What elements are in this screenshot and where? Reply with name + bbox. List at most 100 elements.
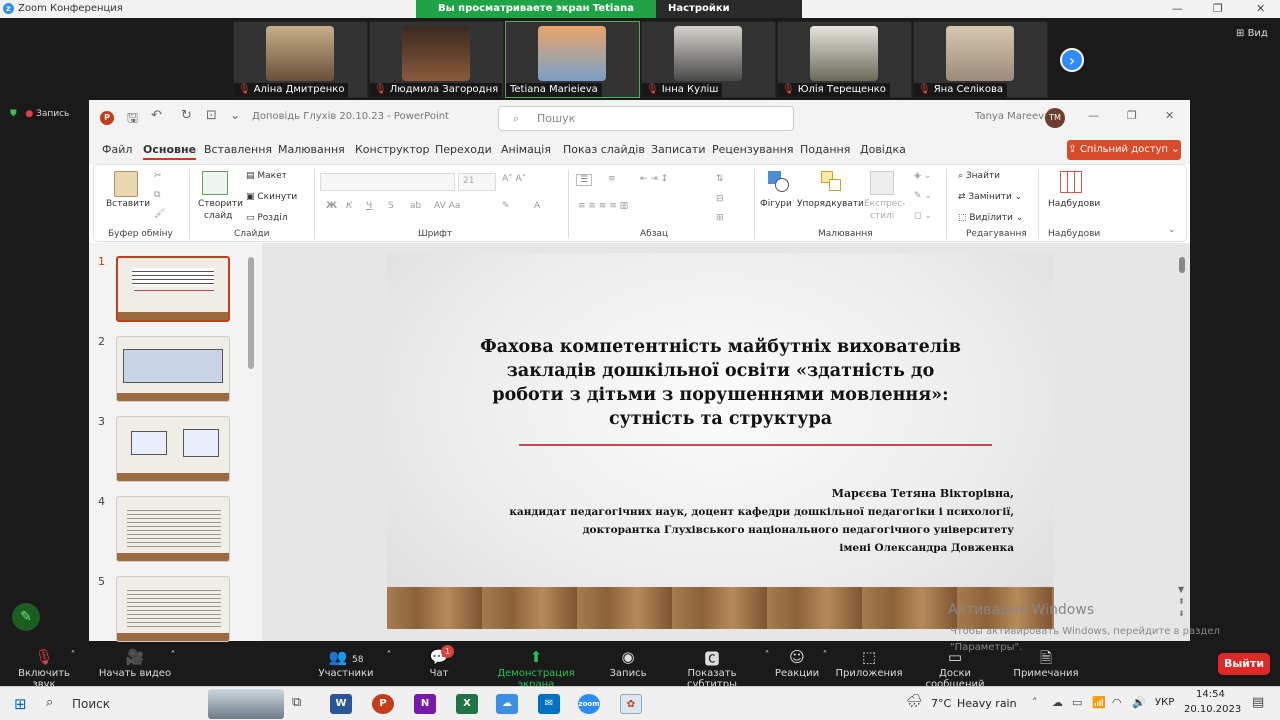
align-left-icon[interactable]: ≡ ≡ ≡ ≡ ▥ (578, 201, 628, 211)
avatar[interactable]: TM (1045, 108, 1065, 128)
slide-thumbnail[interactable] (116, 256, 230, 322)
italic-icon[interactable]: К (346, 201, 352, 211)
restore-icon[interactable]: ❐ (1213, 2, 1223, 15)
tab-slideshow[interactable]: Показ слайдів (563, 143, 645, 156)
video-options-chevron-icon[interactable]: ˄ (166, 650, 180, 661)
arrange-icon[interactable] (821, 171, 843, 193)
participant-tile[interactable]: 🎙 Яна Селікова (913, 21, 1048, 98)
share-button[interactable]: ⇪ Спільний доступ ⌄ (1067, 140, 1181, 160)
save-icon[interactable]: 🖫 (127, 109, 138, 131)
participants-chevron-icon[interactable]: ˄ (382, 650, 396, 661)
present-icon[interactable]: ⊡ (206, 108, 217, 123)
thumbnails-scrollbar[interactable] (248, 257, 254, 369)
annotate-pencil-icon[interactable]: ✎ (12, 603, 40, 631)
tab-help[interactable]: Довідка (860, 143, 906, 156)
tab-insert[interactable]: Вставлення (204, 143, 272, 156)
tab-review[interactable]: Рецензування (712, 143, 793, 156)
editor-scrollbar[interactable] (1179, 257, 1185, 273)
tray-app-icon[interactable]: ▭ (1072, 696, 1082, 709)
restore-icon[interactable]: ❐ (1127, 109, 1137, 122)
tab-record[interactable]: Записати (651, 143, 705, 156)
close-icon[interactable]: ✕ (1165, 109, 1174, 122)
view-options-button[interactable]: Настройки просмотра⌄ (656, 0, 802, 32)
notes-button[interactable]: 🗎 Примечания (1010, 648, 1082, 679)
weather-temp[interactable]: 7°C (931, 697, 951, 710)
reactions-button[interactable]: ☺ Реакции (774, 648, 820, 679)
tab-home[interactable]: Основне (143, 143, 197, 160)
slide-canvas[interactable]: Фахова компетентність майбутніх виховате… (387, 253, 1054, 629)
shape-effects-icon[interactable]: ◻ ⌄ (914, 211, 932, 221)
customize-quick-access-icon[interactable]: ⌄ (230, 108, 240, 122)
notifications-icon[interactable]: ▤ (1252, 695, 1264, 710)
excel-icon[interactable]: X (456, 694, 478, 714)
select-button[interactable]: ⬚ Виділити ⌄ (958, 213, 1023, 223)
minimize-icon[interactable]: — (1172, 2, 1183, 15)
font-family-select[interactable] (320, 173, 455, 191)
strikethrough-icon[interactable]: S (388, 201, 394, 211)
paste-button[interactable]: Вставити (106, 199, 150, 209)
onenote-icon[interactable]: N (414, 694, 436, 714)
tab-transitions[interactable]: Переходи (435, 143, 492, 156)
grow-font-icon[interactable]: A˄ A˅ (502, 174, 526, 184)
captions-chevron-icon[interactable]: ˄ (760, 650, 774, 661)
format-painter-icon[interactable]: 🖌 (154, 209, 165, 219)
bold-icon[interactable]: Ж (326, 201, 337, 211)
shapes-button[interactable]: Фігури (760, 199, 792, 209)
captions-button[interactable]: 🅲 Показать субтитры (662, 648, 762, 690)
zoom-taskbar-icon[interactable]: zoom (578, 694, 600, 714)
numbering-icon[interactable]: ≡ (608, 174, 616, 184)
record-button[interactable]: ◉ Запись (604, 648, 652, 679)
copy-icon[interactable]: ⧉ (154, 190, 160, 200)
highlight-icon[interactable]: ✎ (502, 201, 510, 211)
volume-icon[interactable]: 🔊 (1132, 696, 1146, 709)
indent-icon[interactable]: ⇤ ⇥ ↕ (640, 174, 668, 184)
minimize-icon[interactable]: — (1088, 109, 1099, 122)
windows-start-icon[interactable]: ⊞ (14, 695, 27, 713)
clock-time[interactable]: 14:54 (1196, 689, 1225, 700)
gallery-next-icon[interactable]: › (1060, 48, 1084, 72)
mail-icon[interactable]: ✉ (538, 694, 560, 714)
section-button[interactable]: ▭ Розділ (246, 213, 288, 223)
slide-thumbnail[interactable] (116, 416, 230, 482)
change-case-icon[interactable]: AV Aa (434, 201, 460, 211)
reset-button[interactable]: ▣ Скинути (246, 192, 297, 202)
tab-design[interactable]: Конструктор (355, 143, 429, 156)
text-direction-icon[interactable]: ⇅ (716, 174, 724, 184)
participant-tile[interactable]: 🎙 Інна Куліш (641, 21, 776, 98)
collapse-ribbon-icon[interactable]: ⌄ (1168, 225, 1176, 235)
participant-tile[interactable]: 🎙 Аліна Дмитренко (233, 21, 368, 98)
scroll-down-icon[interactable]: ▼ (1178, 585, 1184, 594)
quick-styles-icon[interactable] (870, 171, 894, 195)
prev-slide-icon[interactable]: ⇞ (1178, 597, 1185, 606)
font-color-icon[interactable]: A (534, 201, 540, 211)
align-text-icon[interactable]: ⊟ (716, 194, 724, 204)
slide-thumbnail[interactable] (116, 496, 230, 562)
close-icon[interactable]: ✕ (1256, 2, 1265, 15)
shape-fill-icon[interactable]: ◈ ⌄ (914, 171, 931, 181)
tab-view[interactable]: Подання (800, 143, 850, 156)
word-icon[interactable]: W (330, 694, 352, 714)
whiteboards-button[interactable]: ▭ Доски сообщений (908, 648, 1002, 690)
search-input[interactable]: ⌕ Пошук (498, 106, 794, 131)
participants-button[interactable]: 👥 58 Участники (316, 648, 376, 679)
quick-styles-label-1[interactable]: Експрес- (864, 199, 905, 209)
arrange-button[interactable]: Упорядкувати (797, 199, 864, 209)
network-icon[interactable]: 📶 (1092, 696, 1106, 709)
participant-tile[interactable]: 🎙 Людмила Загородня (369, 21, 504, 98)
clock-date[interactable]: 20.10.2023 (1184, 704, 1241, 715)
new-slide-icon[interactable] (202, 171, 228, 195)
find-button[interactable]: ⌕ Знайти (958, 171, 1000, 181)
addins-icon[interactable] (1060, 171, 1082, 193)
shapes-icon[interactable] (768, 171, 790, 193)
underline-icon[interactable]: Ч (366, 201, 372, 211)
new-slide-label-1[interactable]: Створити (198, 199, 243, 209)
active-app-icon[interactable]: ✿ (620, 694, 642, 714)
char-spacing-icon[interactable]: ab (410, 201, 421, 211)
cloud-icon[interactable]: ☁ (496, 694, 518, 714)
start-video-button[interactable]: 🎥 Начать видео (98, 648, 172, 679)
smartart-icon[interactable]: ⊞ (716, 213, 724, 223)
onedrive-icon[interactable]: ☁ (1052, 696, 1063, 709)
cut-icon[interactable]: ✂ (154, 171, 162, 181)
tray-chevron-icon[interactable]: ˄ (1032, 696, 1038, 709)
tab-file[interactable]: Файл (102, 143, 132, 156)
